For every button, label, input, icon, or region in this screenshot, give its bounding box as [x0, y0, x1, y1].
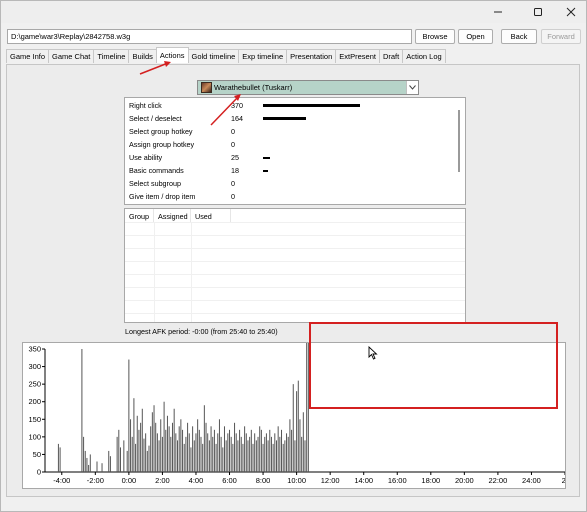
- action-name: Use ability: [129, 153, 163, 162]
- tab-draft[interactable]: Draft: [378, 49, 404, 63]
- divider: [191, 222, 192, 322]
- close-icon[interactable]: [554, 1, 587, 23]
- action-name: Basic commands: [129, 166, 184, 175]
- tab-builds[interactable]: Builds: [128, 49, 157, 63]
- forward-button[interactable]: Forward: [541, 29, 581, 44]
- y-tick-label: 300: [28, 362, 41, 371]
- action-name: Right click: [129, 101, 162, 110]
- tab-presentation[interactable]: Presentation: [286, 49, 337, 63]
- x-tick-label: 14:00: [354, 476, 373, 485]
- action-count: 0: [231, 179, 235, 188]
- tab-timeline[interactable]: Timeline: [93, 49, 130, 63]
- list-item: Select subgroup 0: [129, 177, 449, 190]
- action-name: Select subgroup: [129, 179, 181, 188]
- tab-gold-timeline[interactable]: Gold timeline: [187, 49, 240, 63]
- action-count: 0: [231, 192, 235, 201]
- x-tick-label: 6:00: [222, 476, 237, 485]
- minimize-icon[interactable]: [481, 1, 515, 23]
- maximize-icon[interactable]: [521, 1, 555, 23]
- y-tick-label: 350: [28, 345, 41, 354]
- x-tick-label: 16:00: [388, 476, 407, 485]
- x-tick-label: 20:00: [455, 476, 474, 485]
- y-tick-label: 0: [37, 468, 41, 477]
- x-tick-label: -4:00: [53, 476, 70, 485]
- x-tick-label: 4:00: [189, 476, 204, 485]
- list-item: Use ability 25: [129, 151, 449, 164]
- x-tick-label: 22:00: [489, 476, 508, 485]
- action-bar: [263, 104, 360, 107]
- list-item: Assign group hotkey 0: [129, 138, 449, 151]
- action-count: 0: [231, 127, 235, 136]
- x-tick-label: -2:00: [87, 476, 104, 485]
- x-tick-label: 2(: [562, 476, 566, 485]
- actions-scrollbar[interactable]: [458, 110, 460, 172]
- action-bar: [263, 117, 306, 120]
- tab-actions[interactable]: Actions: [155, 47, 189, 63]
- y-tick-label: 200: [28, 397, 41, 406]
- y-tick-label: 250: [28, 380, 41, 389]
- x-tick-label: 2:00: [155, 476, 170, 485]
- list-item: Select group hotkey 0: [129, 125, 449, 138]
- mouse-cursor-icon: [368, 346, 378, 360]
- chevron-down-icon[interactable]: [406, 81, 418, 94]
- column-header-used[interactable]: Used: [191, 209, 231, 222]
- x-tick-label: 12:00: [321, 476, 340, 485]
- column-header-assigned[interactable]: Assigned: [154, 209, 191, 222]
- list-item: Give item / drop item 0: [129, 190, 449, 203]
- highlight-rectangle: [309, 322, 558, 409]
- y-tick-label: 100: [28, 432, 41, 441]
- divider: [125, 313, 465, 314]
- back-button[interactable]: Back: [501, 29, 537, 44]
- app-window: D:\game\war3\Replay\2842758.w3g Browse O…: [0, 0, 587, 512]
- actions-list: Right click 370 Select / deselect 164 Se…: [124, 97, 466, 205]
- list-item: Select / deselect 164: [129, 112, 449, 125]
- action-count: 25: [231, 153, 239, 162]
- action-name: Assign group hotkey: [129, 140, 195, 149]
- divider: [125, 287, 465, 288]
- groups-table: Group Assigned Used: [124, 208, 466, 323]
- list-item: Basic commands 18: [129, 164, 449, 177]
- action-name: Select group hotkey: [129, 127, 193, 136]
- action-name: Select / deselect: [129, 114, 182, 123]
- tab-game-chat[interactable]: Game Chat: [48, 49, 95, 63]
- list-item: Right click 370: [129, 99, 449, 112]
- x-tick-label: 0:00: [122, 476, 137, 485]
- action-name: Give item / drop item: [129, 192, 196, 201]
- y-tick-label: 150: [28, 415, 41, 424]
- divider: [125, 274, 465, 275]
- column-header-group[interactable]: Group: [125, 209, 154, 222]
- tab-strip: Game Info Game Chat Timeline Builds Acti…: [6, 47, 446, 64]
- action-count: 0: [231, 140, 235, 149]
- tab-exp-timeline[interactable]: Exp timeline: [238, 49, 288, 63]
- x-tick-label: 24:00: [522, 476, 541, 485]
- divider: [154, 222, 155, 322]
- hero-portrait-icon: [201, 82, 212, 93]
- player-select[interactable]: Warathebullet (Tuskarr): [197, 80, 419, 95]
- action-bar: [263, 156, 270, 159]
- action-count: 370: [231, 101, 243, 110]
- replay-path-input[interactable]: D:\game\war3\Replay\2842758.w3g: [7, 29, 412, 44]
- divider: [125, 222, 465, 223]
- tab-action-log[interactable]: Action Log: [402, 49, 446, 63]
- x-tick-label: 18:00: [421, 476, 440, 485]
- actions-panel: Warathebullet (Tuskarr) Right click 370 …: [6, 64, 580, 497]
- x-tick-label: 8:00: [256, 476, 271, 485]
- action-bar: [263, 169, 268, 172]
- titlebar: [1, 1, 586, 23]
- open-button[interactable]: Open: [458, 29, 493, 44]
- divider: [125, 261, 465, 262]
- divider: [125, 300, 465, 301]
- divider: [125, 248, 465, 249]
- action-count: 164: [231, 114, 243, 123]
- tab-game-info[interactable]: Game Info: [6, 49, 50, 63]
- tab-extpresent[interactable]: ExtPresent: [335, 49, 380, 63]
- y-tick-label: 50: [33, 450, 41, 459]
- action-count: 18: [231, 166, 239, 175]
- player-select-value: Warathebullet (Tuskarr): [214, 83, 293, 92]
- groups-header: Group Assigned Used: [125, 209, 465, 222]
- afk-period-label: Longest AFK period: -0:00 (from 25:40 to…: [125, 327, 278, 336]
- x-tick-label: 10:00: [287, 476, 306, 485]
- browse-button[interactable]: Browse: [415, 29, 455, 44]
- divider: [125, 235, 465, 236]
